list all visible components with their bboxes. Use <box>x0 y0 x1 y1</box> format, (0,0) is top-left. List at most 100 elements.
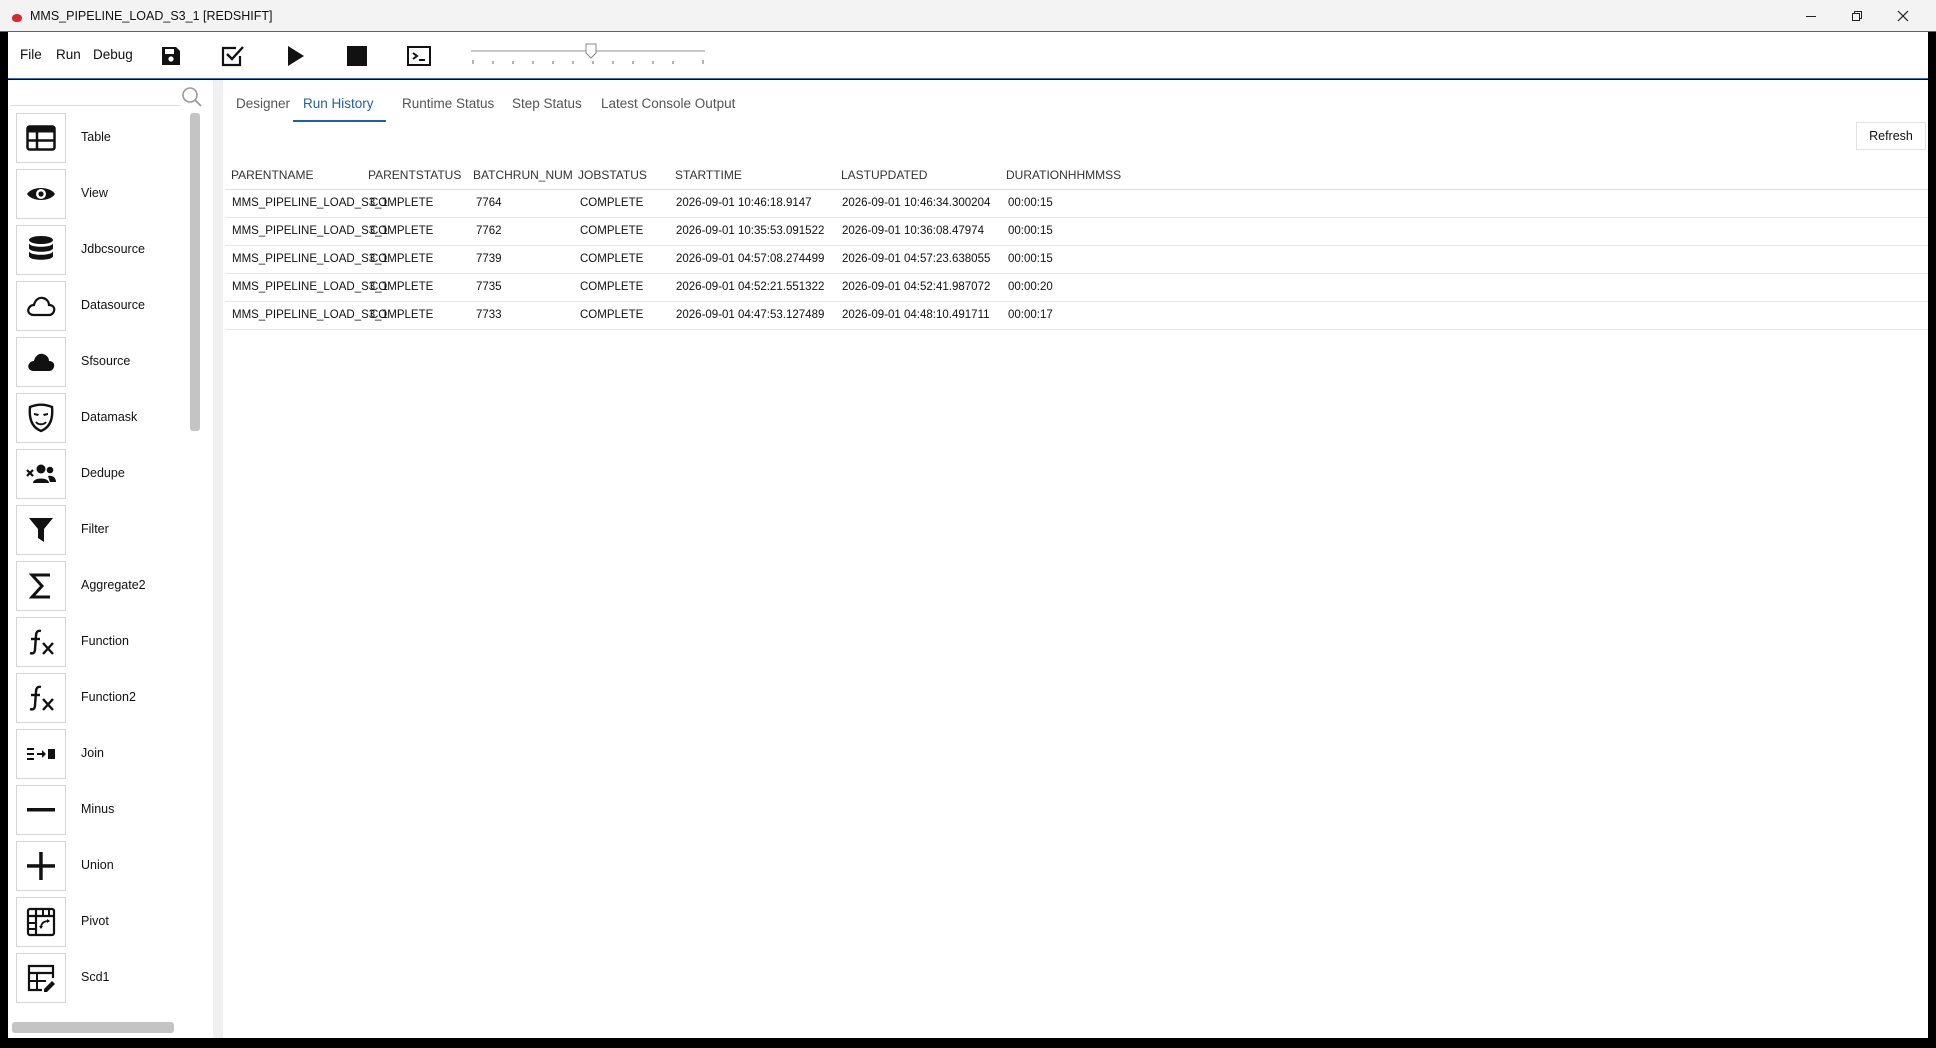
palette-item-datasource[interactable]: Datasource <box>16 281 196 331</box>
table-cell: MMS_PIPELINE_LOAD_S3_1 <box>232 281 388 293</box>
validate-button[interactable] <box>217 41 249 71</box>
table-cell: 2026-09-01 10:36:08.47974 <box>842 225 984 237</box>
table-cell: MMS_PIPELINE_LOAD_S3_1 <box>232 197 388 209</box>
tab-step-status[interactable]: Step Status <box>512 80 582 122</box>
palette-item-function2[interactable]: Function2 <box>16 673 196 723</box>
table-cell: 7764 <box>476 197 502 209</box>
sigma-icon <box>29 573 50 599</box>
tab-designer[interactable]: Designer <box>236 80 290 122</box>
table-cell: COMPLETE <box>580 281 644 293</box>
palette-item-table[interactable]: Table <box>16 113 196 163</box>
tab-runtime-status[interactable]: Runtime Status <box>402 80 494 122</box>
console-button[interactable] <box>403 41 435 71</box>
palette-item-pivot[interactable]: Pivot <box>16 897 196 947</box>
table-cell: 00:00:17 <box>1008 309 1053 321</box>
run-button[interactable] <box>279 41 311 71</box>
column-header[interactable]: LASTUPDATED <box>841 168 927 182</box>
slider-thumb[interactable] <box>585 43 597 59</box>
app-logo-icon <box>12 14 22 22</box>
table-cell: 2026-09-01 10:46:34.300204 <box>842 197 991 209</box>
tab-run-history[interactable]: Run History <box>293 80 386 122</box>
table-cell: COMPLETE <box>370 225 434 237</box>
cloud-filled-icon <box>28 353 55 371</box>
slider-ticks <box>472 60 704 64</box>
funnel-icon <box>29 518 53 542</box>
database-icon <box>29 236 53 260</box>
function-icon <box>29 629 54 655</box>
console-icon <box>407 46 431 66</box>
restore-button[interactable] <box>1834 0 1880 32</box>
minimize-button[interactable] <box>1788 0 1834 32</box>
refresh-button[interactable]: Refresh <box>1856 122 1926 150</box>
table-row[interactable]: MMS_PIPELINE_LOAD_S3_1 COMPLETE 7764 COM… <box>225 190 1928 218</box>
table-cell: COMPLETE <box>370 309 434 321</box>
table-row[interactable]: MMS_PIPELINE_LOAD_S3_1 COMPLETE 7739 COM… <box>225 246 1928 274</box>
palette-item-view[interactable]: View <box>16 169 196 219</box>
table-cell: 7762 <box>476 225 502 237</box>
table-row[interactable]: MMS_PIPELINE_LOAD_S3_1 COMPLETE 7762 COM… <box>225 218 1928 246</box>
run-icon <box>288 46 304 66</box>
column-header[interactable]: DURATIONHHMMSS <box>1006 168 1121 182</box>
column-header[interactable]: PARENTNAME <box>231 168 313 182</box>
table-cell: 00:00:15 <box>1008 197 1053 209</box>
table-header: PARENTNAME PARENTSTATUS BATCHRUN_NUM JOB… <box>225 158 1928 190</box>
eye-icon <box>27 188 55 200</box>
table-cell: 2026-09-01 04:52:41.987072 <box>842 281 991 293</box>
palette-item-label: Join <box>81 746 104 760</box>
palette-item-scd1[interactable]: Scd1 <box>16 953 196 1003</box>
column-header[interactable]: BATCHRUN_NUM <box>473 168 573 182</box>
palette-item-aggregate2[interactable]: Aggregate2 <box>16 561 196 611</box>
stop-button[interactable] <box>341 41 373 71</box>
palette-horizontal-scrollbar[interactable] <box>12 1022 174 1033</box>
palette-vertical-scrollbar[interactable] <box>190 113 200 431</box>
table-edit-icon <box>27 964 55 992</box>
palette-item-label: Table <box>81 130 111 144</box>
close-button[interactable] <box>1880 0 1926 32</box>
palette-item-jdbcsource[interactable]: Jdbcsource <box>16 225 196 275</box>
table-cell: 2026-09-01 04:57:08.274499 <box>676 253 825 265</box>
palette-item-filter[interactable]: Filter <box>16 505 196 555</box>
palette-item-label: Aggregate2 <box>81 578 146 592</box>
palette-item-join[interactable]: Join <box>16 729 196 779</box>
save-button[interactable] <box>155 41 187 71</box>
table-cell: COMPLETE <box>580 253 644 265</box>
table-cell: COMPLETE <box>370 281 434 293</box>
validate-icon <box>221 46 244 67</box>
palette-item-minus[interactable]: Minus <box>16 785 196 835</box>
split-divider[interactable] <box>213 80 223 1038</box>
table-row[interactable]: MMS_PIPELINE_LOAD_S3_1 COMPLETE 7733 COM… <box>225 302 1928 330</box>
table-cell: 00:00:15 <box>1008 225 1053 237</box>
palette-item-sfsource[interactable]: Sfsource <box>16 337 196 387</box>
palette-item-label: Union <box>81 858 114 872</box>
menu-debug[interactable]: Debug <box>93 47 133 62</box>
close-icon <box>1897 10 1909 22</box>
search-input[interactable] <box>10 84 180 106</box>
palette-item-label: Function2 <box>81 690 136 704</box>
pivot-icon <box>26 907 56 937</box>
palette-item-dedupe[interactable]: Dedupe <box>16 449 196 499</box>
window-title: MMS_PIPELINE_LOAD_S3_1 [REDSHIFT] <box>30 9 273 23</box>
search-icon[interactable] <box>181 86 203 108</box>
palette-item-function[interactable]: Function <box>16 617 196 667</box>
menu-run[interactable]: Run <box>56 47 81 62</box>
minus-icon <box>27 808 55 812</box>
zoom-slider[interactable] <box>463 42 713 70</box>
save-icon <box>162 47 180 65</box>
cloud-outline-icon <box>27 296 56 317</box>
palette-item-label: View <box>81 186 108 200</box>
table-cell: 2026-09-01 10:46:18.9147 <box>676 197 812 209</box>
palette-item-union[interactable]: Union <box>16 841 196 891</box>
palette-item-datamask[interactable]: Datamask <box>16 393 196 443</box>
minimize-icon <box>1806 16 1816 17</box>
palette-item-label: Jdbcsource <box>81 242 145 256</box>
people-icon <box>26 464 56 483</box>
tab-latest-console-output[interactable]: Latest Console Output <box>601 80 735 122</box>
table-cell: COMPLETE <box>580 225 644 237</box>
column-header[interactable]: STARTTIME <box>675 168 742 182</box>
function-icon <box>29 685 54 711</box>
menu-file[interactable]: File <box>20 47 42 62</box>
column-header[interactable]: PARENTSTATUS <box>368 168 461 182</box>
table-cell: MMS_PIPELINE_LOAD_S3_1 <box>232 225 388 237</box>
column-header[interactable]: JOBSTATUS <box>578 168 647 182</box>
table-row[interactable]: MMS_PIPELINE_LOAD_S3_1 COMPLETE 7735 COM… <box>225 274 1928 302</box>
